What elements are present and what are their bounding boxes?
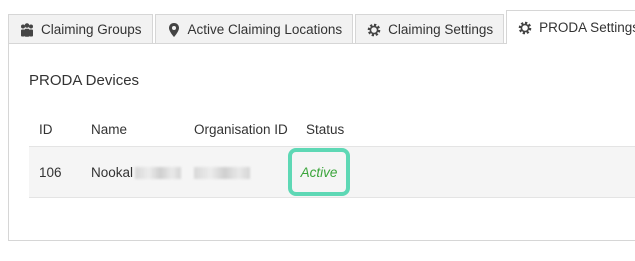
- table-row[interactable]: 106 Nookal Active: [29, 146, 635, 198]
- name-text: Nookal: [91, 164, 134, 180]
- header-organisation-id: Organisation ID: [194, 122, 288, 137]
- redacted-text: [135, 166, 182, 179]
- gear-icon: [517, 20, 533, 36]
- cell-status: Active: [288, 146, 635, 198]
- redacted-text: [194, 166, 250, 179]
- cell-name: Nookal: [91, 146, 194, 198]
- tab-bar: Claiming Groups Active Claiming Location…: [8, 10, 635, 44]
- tab-claiming-settings[interactable]: Claiming Settings: [355, 14, 505, 44]
- tab-claiming-groups[interactable]: Claiming Groups: [8, 14, 153, 44]
- header-status: Status: [306, 122, 345, 137]
- status-highlight: Active: [288, 148, 350, 196]
- tab-label: Claiming Settings: [388, 22, 494, 37]
- header-name: Name: [91, 122, 128, 137]
- proda-devices-table: ID Name Organisation ID Status 106 Nooka…: [29, 122, 635, 198]
- cell-id: 106: [29, 146, 91, 198]
- tab-label: PRODA Settings: [539, 20, 635, 35]
- tab-proda-settings[interactable]: PRODA Settings: [506, 10, 635, 44]
- section-title: PRODA Devices: [29, 72, 140, 89]
- status-badge: Active: [300, 164, 338, 180]
- proda-settings-panel: PRODA Devices ID Name Organisation ID St…: [8, 43, 635, 241]
- table-header-row: ID Name Organisation ID Status: [29, 122, 635, 147]
- gear-icon: [366, 22, 382, 38]
- map-marker-icon: [166, 22, 182, 38]
- tab-label: Claiming Groups: [41, 22, 142, 37]
- tab-active-claiming-locations[interactable]: Active Claiming Locations: [154, 14, 354, 44]
- header-id: ID: [39, 122, 53, 137]
- tab-label: Active Claiming Locations: [187, 22, 343, 37]
- users-icon: [19, 22, 35, 38]
